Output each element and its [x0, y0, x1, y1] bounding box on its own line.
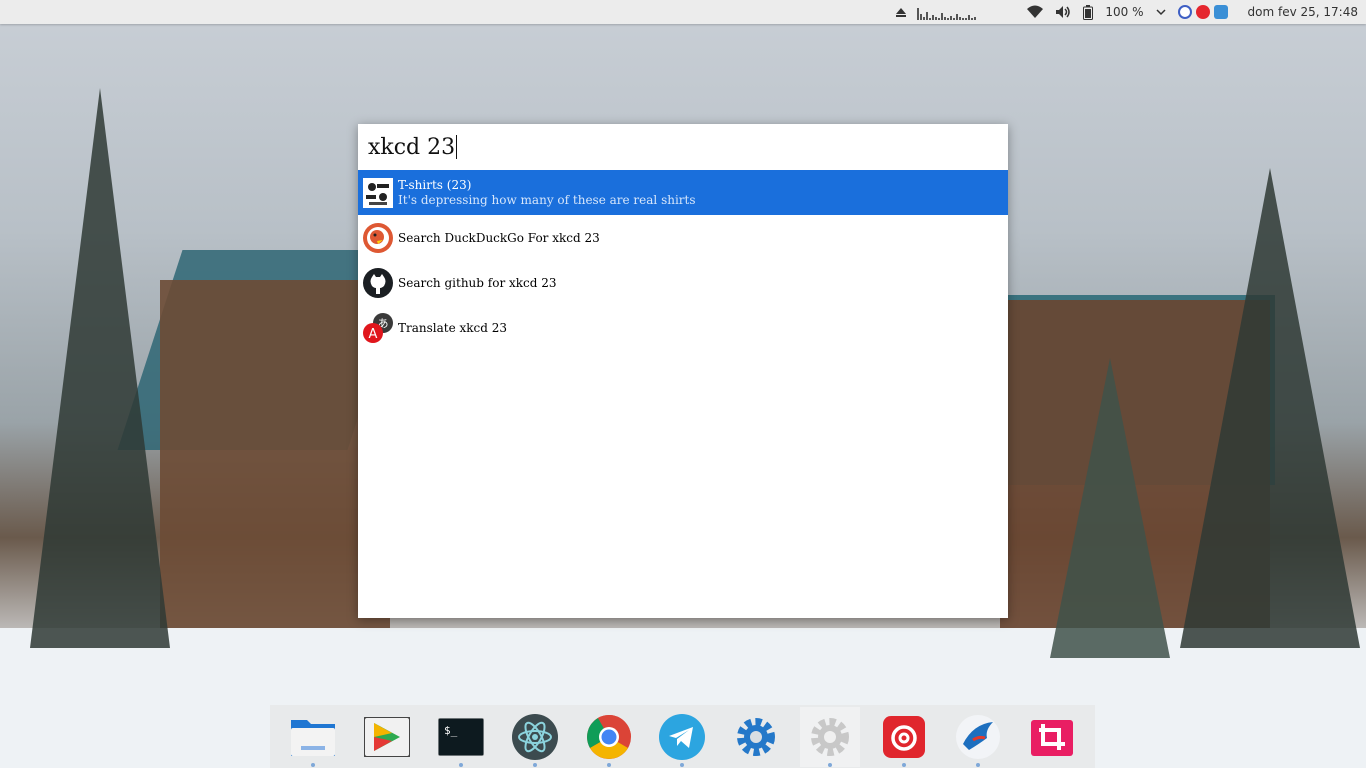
result-item[interactable]: T-shirts (23) It's depressing how many o…	[358, 170, 1008, 215]
app-tray-icon[interactable]	[1213, 5, 1228, 19]
duckduckgo-icon	[363, 222, 393, 253]
result-title: T-shirts (23)	[398, 178, 472, 192]
result-title: Search github for xkcd 23	[398, 275, 557, 290]
netease-tray-icon[interactable]	[1195, 5, 1210, 19]
chevron-down-icon[interactable]	[1150, 0, 1172, 24]
running-indicator	[310, 762, 315, 767]
search-input[interactable]: xkcd 23	[358, 124, 1008, 170]
launcher-window: xkcd 23 T-shirts (23) It's depressing ho…	[358, 124, 1008, 618]
bird-app-icon[interactable]	[948, 707, 1008, 767]
network-graph[interactable]	[913, 4, 1021, 20]
copyq-icon[interactable]	[1177, 5, 1192, 19]
top-panel: 100 % dom fev 25, 17:48	[0, 0, 1366, 24]
result-title: Search DuckDuckGo For xkcd 23	[398, 230, 600, 245]
battery-icon[interactable]	[1077, 0, 1099, 24]
running-indicator	[458, 762, 463, 767]
svg-text:A: A	[369, 327, 378, 342]
result-item[interactable]: Search github for xkcd 23	[358, 260, 1008, 305]
telegram-icon[interactable]	[652, 707, 712, 767]
running-indicator	[976, 762, 981, 767]
atom-icon[interactable]	[505, 707, 565, 767]
battery-percent: 100 %	[1105, 5, 1144, 19]
system-settings-icon[interactable]	[800, 706, 861, 767]
terminal-icon[interactable]: $_	[431, 707, 491, 767]
svg-text:$_: $_	[444, 724, 458, 737]
running-indicator	[828, 762, 833, 767]
settings-icon[interactable]	[726, 707, 786, 767]
volume-icon[interactable]	[1049, 0, 1077, 24]
files-icon[interactable]	[283, 707, 343, 767]
wifi-icon[interactable]	[1021, 0, 1049, 24]
xkcd-comic-icon	[363, 177, 393, 208]
query-text: xkcd 23	[368, 134, 456, 160]
text-caret	[456, 135, 458, 159]
result-item[interactable]: Search DuckDuckGo For xkcd 23	[358, 215, 1008, 260]
translate-icon: あA	[363, 312, 393, 343]
system-tray	[1172, 0, 1234, 24]
result-item[interactable]: あA Translate xkcd 23	[358, 305, 1008, 350]
running-indicator	[680, 762, 685, 767]
chrome-icon[interactable]	[579, 707, 639, 767]
screenshot-crop-icon[interactable]	[1022, 707, 1082, 767]
running-indicator	[902, 762, 907, 767]
eject-icon[interactable]	[889, 0, 913, 24]
dock: $_	[270, 705, 1095, 768]
result-title: Translate xkcd 23	[398, 320, 508, 335]
netease-music-icon[interactable]	[874, 707, 934, 767]
result-subtitle: It's depressing how many of these are re…	[398, 193, 696, 207]
running-indicator	[606, 762, 611, 767]
clock[interactable]: dom fev 25, 17:48	[1234, 0, 1366, 24]
google-play-icon[interactable]	[357, 707, 417, 767]
running-indicator	[532, 762, 537, 767]
github-icon	[363, 267, 393, 298]
